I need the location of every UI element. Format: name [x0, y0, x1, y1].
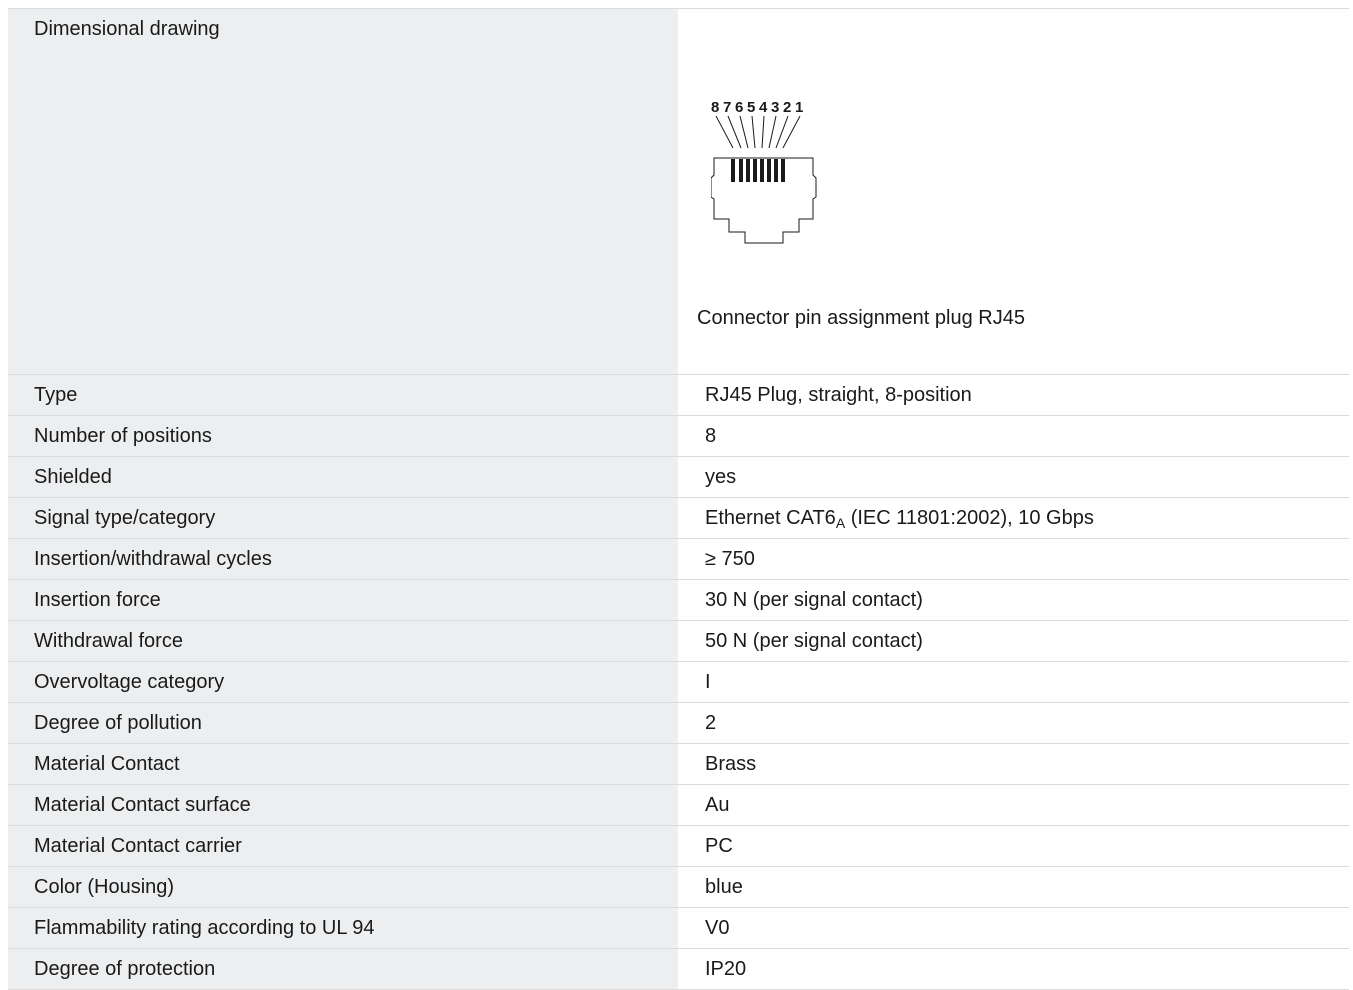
- spec-value: blue: [678, 867, 1349, 907]
- spec-row: Degree of protection IP20: [8, 949, 1349, 990]
- spec-value: Au: [678, 785, 1349, 825]
- spec-value-prefix: Ethernet CAT6: [705, 507, 836, 529]
- spec-value: V0: [678, 908, 1349, 948]
- spec-label: Insertion/withdrawal cycles: [8, 539, 678, 579]
- spec-row: Signal type/category Ethernet CAT6A (IEC…: [8, 498, 1349, 539]
- spec-row: Flammability rating according to UL 94 V…: [8, 908, 1349, 949]
- spec-label: Color (Housing): [8, 867, 678, 907]
- spec-value: Brass: [678, 744, 1349, 784]
- spec-row: Insertion force 30 N (per signal contact…: [8, 580, 1349, 621]
- spec-label: Insertion force: [8, 580, 678, 620]
- spec-table: Dimensional drawing 8 7 6 5 4 3 2 1 Conn…: [8, 8, 1349, 990]
- pin-number: 8: [711, 99, 719, 116]
- spec-row: Color (Housing) blue: [8, 867, 1349, 908]
- pin-number: 6: [735, 99, 743, 116]
- pin-number: 2: [783, 99, 791, 116]
- spec-row: Type RJ45 Plug, straight, 8-position: [8, 375, 1349, 416]
- spec-value: yes: [678, 457, 1349, 497]
- spec-value: 50 N (per signal contact): [678, 621, 1349, 661]
- spec-value: Ethernet CAT6A (IEC 11801:2002), 10 Gbps: [678, 498, 1349, 538]
- spec-value: 30 N (per signal contact): [678, 580, 1349, 620]
- spec-label: Material Contact: [8, 744, 678, 784]
- rj45-pin-assignment-drawing: 8 7 6 5 4 3 2 1: [711, 99, 817, 244]
- spec-value: PC: [678, 826, 1349, 866]
- spec-row: Degree of pollution 2: [8, 703, 1349, 744]
- spec-label: Withdrawal force: [8, 621, 678, 661]
- dimensional-drawing-label: Dimensional drawing: [8, 9, 678, 374]
- spec-label: Material Contact surface: [8, 785, 678, 825]
- spec-row: Material Contact Brass: [8, 744, 1349, 785]
- spec-value: IP20: [678, 949, 1349, 989]
- spec-row: Shielded yes: [8, 457, 1349, 498]
- spec-value: ≥ 750: [678, 539, 1349, 579]
- drawing-caption: Connector pin assignment plug RJ45: [697, 307, 1025, 329]
- spec-label: Degree of pollution: [8, 703, 678, 743]
- spec-label: Signal type/category: [8, 498, 678, 538]
- spec-row: Insertion/withdrawal cycles ≥ 750: [8, 539, 1349, 580]
- dimensional-drawing-row: Dimensional drawing 8 7 6 5 4 3 2 1 Conn…: [8, 9, 1349, 375]
- spec-label: Shielded: [8, 457, 678, 497]
- spec-label: Flammability rating according to UL 94: [8, 908, 678, 948]
- spec-row: Material Contact surface Au: [8, 785, 1349, 826]
- dimensional-drawing-cell: 8 7 6 5 4 3 2 1 Connector pin assignment…: [678, 9, 1349, 374]
- pin-number: 3: [771, 99, 779, 116]
- pin-number: 7: [723, 99, 731, 116]
- spec-row: Overvoltage category I: [8, 662, 1349, 703]
- spec-row: Number of positions 8: [8, 416, 1349, 457]
- spec-label: Material Contact carrier: [8, 826, 678, 866]
- spec-value-subscript: A: [835, 515, 846, 531]
- spec-label: Type: [8, 375, 678, 415]
- pin-number: 5: [747, 99, 755, 116]
- spec-row: Withdrawal force 50 N (per signal contac…: [8, 621, 1349, 662]
- spec-label: Overvoltage category: [8, 662, 678, 702]
- spec-value: 2: [678, 703, 1349, 743]
- spec-value: 8: [678, 416, 1349, 456]
- spec-label: Degree of protection: [8, 949, 678, 989]
- spec-value: I: [678, 662, 1349, 702]
- spec-row: Material Contact carrier PC: [8, 826, 1349, 867]
- pin-number: 1: [795, 99, 803, 116]
- pin-number: 4: [759, 99, 768, 116]
- spec-value-suffix: (IEC 11801:2002), 10 Gbps: [845, 507, 1094, 529]
- spec-label: Number of positions: [8, 416, 678, 456]
- spec-value: RJ45 Plug, straight, 8-position: [678, 375, 1349, 415]
